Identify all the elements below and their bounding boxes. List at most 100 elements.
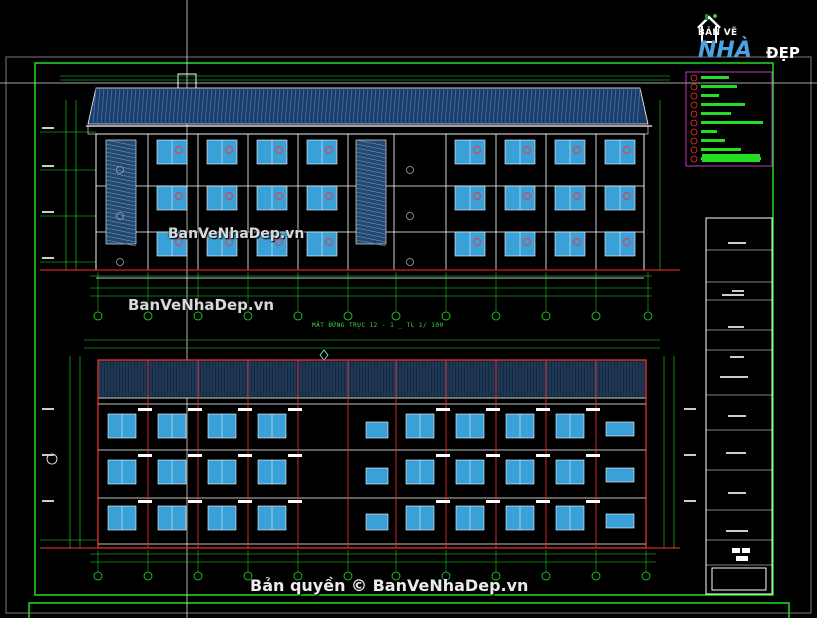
legend-marker <box>690 83 698 91</box>
grid-bubble <box>541 571 551 581</box>
level-label <box>42 211 54 213</box>
window-tag <box>486 408 500 411</box>
title-block <box>705 217 773 595</box>
grid-bubble <box>143 571 153 581</box>
fascia <box>87 125 649 135</box>
grid-bubble <box>93 311 103 321</box>
title-block-text <box>728 492 746 494</box>
legend-marker <box>690 119 698 127</box>
window-tag <box>486 454 500 457</box>
window-tag <box>138 408 152 411</box>
legend-marker <box>690 137 698 145</box>
title-block-text <box>728 415 746 417</box>
section-marker <box>116 258 124 266</box>
drawing-frame <box>34 62 774 596</box>
grid-bubble <box>591 571 601 581</box>
level-label <box>42 257 54 259</box>
window-tag <box>138 454 152 457</box>
north-marker <box>319 349 329 361</box>
grid-bubble <box>441 311 451 321</box>
window-tag <box>586 500 600 503</box>
window-tag <box>188 454 202 457</box>
grid-bubble <box>591 311 601 321</box>
legend-marker <box>690 110 698 118</box>
legend-marker <box>690 146 698 154</box>
legend-line <box>701 76 729 79</box>
level-label <box>42 500 54 502</box>
level-label <box>42 454 54 456</box>
level-label <box>42 127 54 129</box>
title-block-text <box>726 452 746 454</box>
stair-window <box>605 421 635 437</box>
legend-line <box>701 121 763 124</box>
watermark-middle: BanVeNhaDep.vn <box>128 296 275 314</box>
lower-roof <box>97 359 647 399</box>
window-tag <box>586 408 600 411</box>
title-block-mark <box>742 548 750 553</box>
window-tag <box>288 408 302 411</box>
legend-marker <box>690 101 698 109</box>
grid-bubble <box>343 311 353 321</box>
window-tag <box>188 408 202 411</box>
legend-line <box>701 112 731 115</box>
level-label <box>684 408 696 410</box>
level-label <box>684 500 696 502</box>
window-tag <box>536 408 550 411</box>
title-block-text <box>728 242 746 244</box>
grid-bubble <box>391 311 401 321</box>
stair-window <box>365 467 389 485</box>
cad-viewport[interactable]: BẢN VẼ NHÀ ĐẸP MẶT ĐỨNG TRỤC 12 - 1 _ TL… <box>0 0 817 618</box>
stair-panel <box>355 139 387 245</box>
legend-line <box>701 130 717 133</box>
legend-line <box>701 139 725 142</box>
window-tag <box>238 500 252 503</box>
grid-bubble <box>541 311 551 321</box>
window-tag <box>138 500 152 503</box>
title-block-text <box>722 294 744 296</box>
stair-window <box>365 513 389 531</box>
grid-bubble <box>93 571 103 581</box>
window-tag <box>288 500 302 503</box>
level-label <box>42 408 54 410</box>
logo-nha-text: NHÀ <box>698 38 752 63</box>
grid-bubble <box>193 571 203 581</box>
legend-marker <box>690 74 698 82</box>
legend-line <box>701 94 719 97</box>
watermark-upper: BanVeNhaDep.vn <box>168 226 305 242</box>
window-tag <box>436 408 450 411</box>
window-tag <box>436 454 450 457</box>
legend-line <box>701 148 741 151</box>
title-block-text <box>720 376 748 378</box>
window-tag <box>436 500 450 503</box>
section-marker <box>406 258 414 266</box>
window-tag <box>586 454 600 457</box>
window-tag <box>238 408 252 411</box>
legend-marker <box>690 92 698 100</box>
legend-line <box>702 154 760 162</box>
roof <box>87 87 649 125</box>
window-tag <box>486 500 500 503</box>
grid-bubble <box>293 311 303 321</box>
legend-line <box>701 85 737 88</box>
title-block-text <box>726 530 748 532</box>
title-block-text <box>728 326 744 328</box>
logo-dep-text: ĐẸP <box>766 44 800 62</box>
title-block-text <box>732 290 744 292</box>
section-title: MẶT ĐỨNG TRỤC 12 - 1 _ TL 1/ 100 <box>312 322 444 329</box>
stair-panel <box>105 139 137 245</box>
site-logo: BẢN VẼ NHÀ ĐẸP <box>696 14 808 66</box>
window-tag <box>536 500 550 503</box>
legend-line <box>701 103 745 106</box>
grid-bubble <box>643 311 653 321</box>
legend-marker <box>690 155 698 163</box>
title-block-mark <box>736 556 748 561</box>
cad-drawing-canvas[interactable] <box>0 0 817 618</box>
grid-bubble <box>641 571 651 581</box>
title-block-logo-box <box>711 567 767 591</box>
grid-bubble <box>491 311 501 321</box>
next-sheet-frame <box>28 602 790 618</box>
window-tag <box>188 500 202 503</box>
level-label <box>684 454 696 456</box>
window-tag <box>288 454 302 457</box>
section-marker <box>406 212 414 220</box>
